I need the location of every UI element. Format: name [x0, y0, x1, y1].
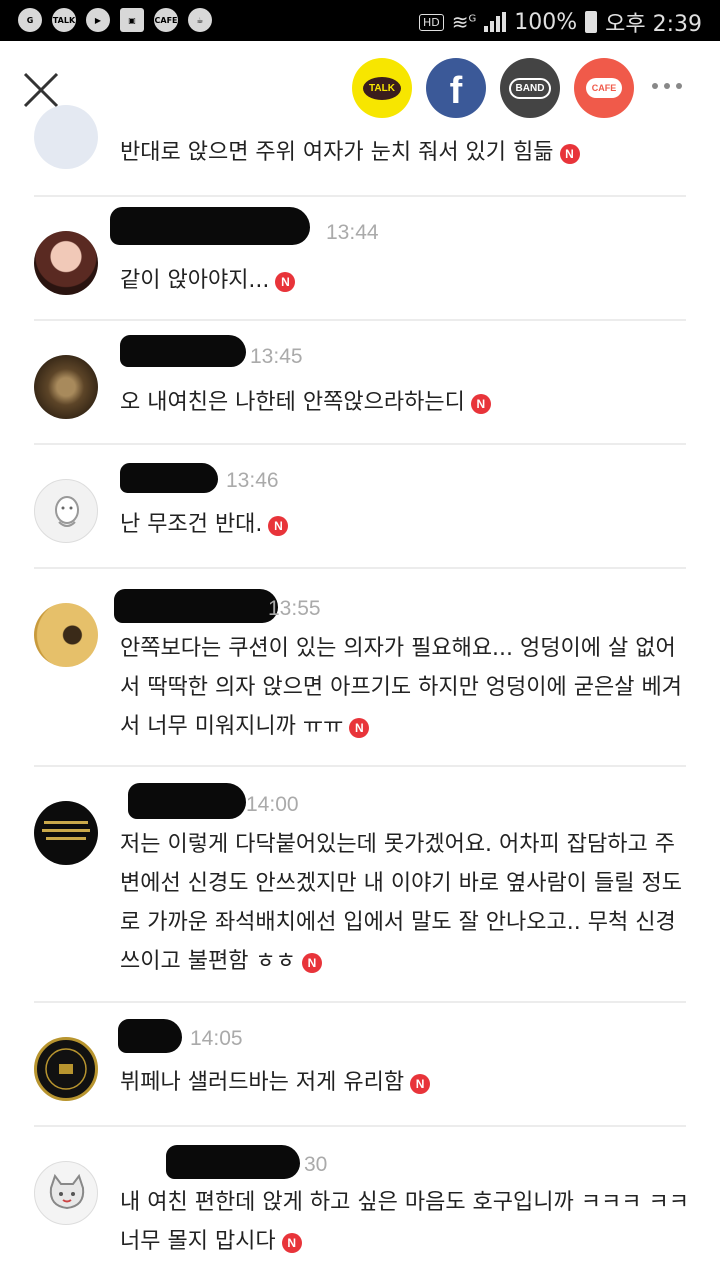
- seal-icon: [45, 1048, 87, 1090]
- cafe-icon: CAFE: [585, 78, 623, 98]
- comment-item: 13:46 난 무조건 반대. N: [0, 443, 720, 567]
- battery-icon: [585, 11, 598, 33]
- comment-time: 13:44: [326, 221, 379, 244]
- play-icon: ▶: [86, 8, 110, 32]
- text-image-icon: [42, 821, 90, 840]
- comment-time: 13:45: [250, 345, 303, 368]
- avatar[interactable]: [34, 479, 98, 543]
- comment-item: 13:44 같이 앉아야지... N: [0, 195, 720, 319]
- facebook-icon: f: [449, 69, 463, 112]
- share-facebook-button[interactable]: f: [426, 58, 486, 118]
- redacted-username: [114, 589, 278, 623]
- notification-icons: G TALK ▶ ▣ CAFE ☕: [18, 8, 212, 32]
- avatar[interactable]: [34, 231, 98, 295]
- comment-item: 14:05 뷔페나 샐러드바는 저게 유리함 N: [0, 1001, 720, 1125]
- share-cafe-button[interactable]: CAFE: [574, 58, 634, 118]
- new-badge: N: [301, 953, 322, 973]
- comment-item: 13:55 안쪽보다는 쿠션이 있는 의자가 필요해요... 엉덩이에 살 없어…: [0, 567, 720, 765]
- redacted-username: [110, 207, 310, 245]
- comment-time: 14:05: [190, 1027, 243, 1050]
- comment-text: 안쪽보다는 쿠션이 있는 의자가 필요해요... 엉덩이에 살 없어서 딱딱한 …: [120, 636, 682, 739]
- close-icon[interactable]: [22, 71, 60, 109]
- avatar[interactable]: [34, 1037, 98, 1101]
- comment-item: 30 내 여친 편한데 앉게 하고 싶은 마음도 호구입니까 ㅋㅋㅋ ㅋㅋ 너무…: [0, 1125, 720, 1280]
- gallery-icon: ▣: [120, 8, 144, 32]
- comment-time: 30: [304, 1153, 328, 1176]
- comment-text: 반대로 앉으면 주위 여자가 눈치 줘서 있기 힘듦 N: [120, 133, 690, 172]
- redacted-username: [120, 463, 218, 493]
- talk-icon: TALK: [52, 8, 76, 32]
- comment-text: 같이 앉아야지... N: [120, 261, 690, 300]
- new-badge: N: [275, 272, 296, 292]
- comment-text: 뷔페나 샐러드바는 저게 유리함 N: [120, 1063, 690, 1102]
- new-badge: N: [559, 144, 580, 164]
- comment-time: 14:00: [246, 793, 299, 816]
- redacted-username: [166, 1145, 300, 1179]
- coffee-icon: ☕: [188, 8, 212, 32]
- comment-time: 13:55: [268, 597, 321, 620]
- share-band-button[interactable]: BAND: [500, 58, 560, 118]
- redacted-username: [128, 783, 246, 819]
- status-bar: G TALK ▶ ▣ CAFE ☕ HD ≋G 100% 오후 2:39: [0, 0, 720, 41]
- redacted-username: [118, 1019, 182, 1053]
- avatar[interactable]: [34, 603, 98, 667]
- avatar[interactable]: [34, 1161, 98, 1225]
- share-kakaotalk-button[interactable]: TALK: [352, 58, 412, 118]
- cat-icon: [49, 1173, 85, 1210]
- signal-icon: [484, 12, 507, 32]
- comment-text: 오 내여친은 나한테 안쪽앉으라하는디 N: [120, 383, 690, 422]
- hd-icon: HD: [418, 13, 444, 31]
- clock: 오후 2:39: [605, 12, 702, 37]
- more-options-button[interactable]: [652, 83, 682, 89]
- redacted-username: [120, 335, 246, 367]
- avatar[interactable]: [34, 105, 98, 169]
- comment-time: 13:46: [226, 469, 279, 492]
- comment-item: 반대로 앉으면 주위 여자가 눈치 줘서 있기 힘듦 N: [0, 105, 720, 195]
- comment-text: 내 여친 편한데 앉게 하고 싶은 마음도 호구입니까 ㅋㅋㅋ ㅋㅋ 너무 몰지…: [120, 1190, 689, 1254]
- wifi-icon: ≋G: [451, 10, 477, 34]
- battery-percent: 100%: [514, 9, 578, 35]
- avatar[interactable]: [34, 801, 98, 865]
- character-icon: [55, 496, 79, 527]
- new-badge: N: [470, 394, 491, 414]
- new-badge: N: [410, 1074, 431, 1094]
- comment-text: 난 무조건 반대. N: [120, 505, 690, 544]
- comment-text: 저는 이렇게 다닥붙어있는데 못가겠어요. 어차피 잡담하고 주변에선 신경도 …: [120, 832, 682, 974]
- new-badge: N: [281, 1233, 302, 1253]
- new-badge: N: [349, 718, 370, 738]
- comment-item: 13:45 오 내여친은 나한테 안쪽앉으라하는디 N: [0, 319, 720, 443]
- more-dots-icon: [652, 83, 658, 89]
- system-status: HD ≋G 100% 오후 2:39: [418, 6, 702, 38]
- cafe-icon: CAFE: [154, 8, 178, 32]
- ring-icon: G: [18, 8, 42, 32]
- new-badge: N: [268, 516, 289, 536]
- band-icon: BAND: [508, 77, 552, 99]
- kakaotalk-icon: TALK: [363, 76, 401, 100]
- share-toolbar: TALK f BAND CAFE: [0, 41, 720, 133]
- comment-item: 14:00 저는 이렇게 다닥붙어있는데 못가겠어요. 어차피 잡담하고 주변에…: [0, 765, 720, 1001]
- avatar[interactable]: [34, 355, 98, 419]
